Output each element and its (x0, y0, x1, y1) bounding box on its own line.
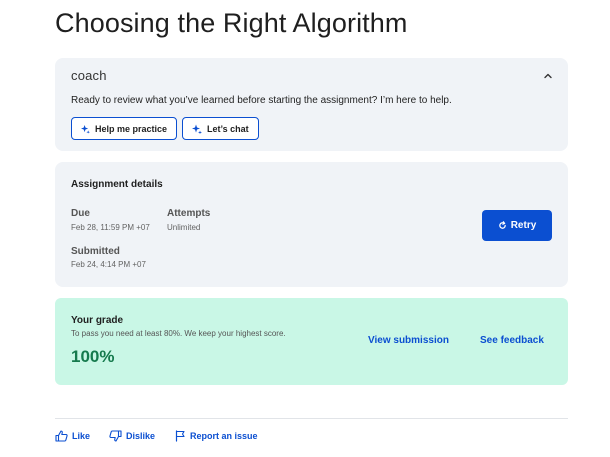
view-submission-link[interactable]: View submission (368, 335, 449, 346)
assignment-page: Choosing the Right Algorithm coach Ready… (0, 0, 610, 457)
help-me-practice-label: Help me practice (94, 123, 167, 134)
sparkle-icon (81, 124, 90, 133)
coach-description: Ready to review what you’ve learned befo… (71, 95, 452, 106)
flag-icon (175, 430, 185, 442)
page-title: Choosing the Right Algorithm (55, 8, 408, 38)
due-label: Due (71, 208, 90, 219)
refresh-icon (498, 221, 506, 229)
due-value: Feb 28, 11:59 PM +07 (71, 223, 150, 232)
retry-label: Retry (510, 220, 537, 231)
report-issue-label: Report an issue (190, 431, 258, 441)
coach-title: coach (71, 68, 107, 83)
footer-divider (55, 418, 568, 419)
submitted-label: Submitted (71, 246, 120, 257)
coach-panel: coach Ready to review what you’ve learne… (55, 58, 568, 151)
dislike-button[interactable]: Dislike (109, 429, 155, 443)
help-me-practice-button[interactable]: Help me practice (71, 117, 177, 140)
report-issue-button[interactable]: Report an issue (175, 429, 258, 443)
thumbs-down-icon (109, 430, 122, 442)
like-label: Like (72, 431, 91, 441)
submitted-value: Feb 24, 4:14 PM +07 (71, 260, 146, 269)
attempts-label: Attempts (167, 208, 211, 219)
lets-chat-button[interactable]: Let’s chat (182, 117, 259, 140)
grade-value: 100% (71, 347, 115, 366)
assignment-details-title: Assignment details (71, 179, 163, 190)
collapse-coach-button[interactable] (540, 68, 556, 84)
thumbs-up-icon (55, 430, 68, 442)
sparkle-icon (192, 124, 202, 134)
chevron-up-icon (544, 73, 552, 79)
grade-panel: Your grade To pass you need at least 80%… (55, 298, 568, 385)
like-button[interactable]: Like (55, 429, 90, 443)
grade-title: Your grade (71, 315, 124, 326)
assignment-details-panel: Assignment details Due Feb 28, 11:59 PM … (55, 162, 568, 287)
lets-chat-label: Let’s chat (207, 123, 249, 134)
attempts-value: Unlimited (167, 223, 201, 232)
retry-button[interactable]: Retry (482, 210, 552, 241)
grade-description: To pass you need at least 80%. We keep y… (71, 329, 286, 338)
dislike-label: Dislike (126, 431, 156, 441)
see-feedback-link[interactable]: See feedback (480, 335, 544, 346)
